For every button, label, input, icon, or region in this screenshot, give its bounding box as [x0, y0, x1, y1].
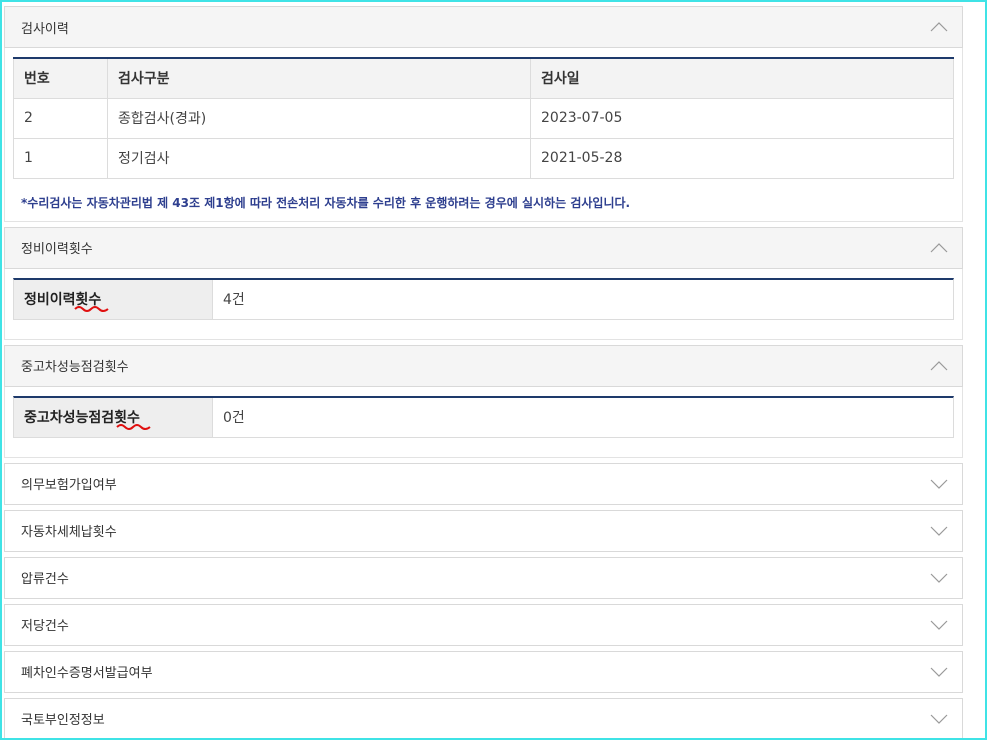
- cell-type: 종합검사(경과): [107, 97, 531, 139]
- maintenance-title: 정비이력횟수: [21, 242, 93, 257]
- cell-no: 2: [13, 97, 108, 139]
- section-mortgages[interactable]: 저당건수: [4, 603, 963, 646]
- section-mortgages-title: 저당건수: [21, 619, 69, 634]
- section-scrap-certificate-title: 폐차인수증명서발급여부: [21, 666, 153, 681]
- section-seizures[interactable]: 압류건수: [4, 556, 963, 599]
- red-underline-annotation: [116, 423, 151, 430]
- section-insurance-title: 의무보험가입여부: [21, 478, 117, 493]
- used-car-check-section: 중고차성능점검횟수 중고차성능점검횟수 0건: [4, 344, 963, 458]
- inspection-history-body: 번호 검사구분 검사일 2 종합검사(경과) 2023-07-05 1 정기검사…: [4, 48, 963, 222]
- inspection-note: *수리검사는 자동차관리법 제 43조 제1항에 따라 전손처리 자동차를 수리…: [21, 195, 631, 210]
- cell-type: 정기검사: [107, 137, 531, 179]
- used-car-check-title: 중고차성능점검횟수: [21, 360, 129, 375]
- used-car-check-body: 중고차성능점검횟수 0건: [4, 386, 963, 458]
- section-molit-certified-info[interactable]: 국토부인정정보: [4, 697, 963, 740]
- chevron-down-icon[interactable]: [930, 663, 948, 681]
- used-car-check-label-cell: 중고차성능점검횟수: [14, 397, 213, 437]
- table-row: 1 정기검사 2021-05-28: [13, 137, 954, 179]
- chevron-up-icon[interactable]: [930, 18, 948, 36]
- report-content: 검사이력 번호 검사구분 검사일 2 종합검사(경과) 2023-07-05 1…: [4, 6, 963, 745]
- used-car-check-value: 0건: [223, 410, 245, 426]
- section-car-tax-arrears-title: 자동차세체납횟수: [21, 525, 117, 540]
- table-header-row: 번호 검사구분 검사일: [13, 57, 954, 99]
- section-scrap-certificate[interactable]: 폐차인수증명서발급여부: [4, 650, 963, 693]
- chevron-down-icon[interactable]: [930, 475, 948, 493]
- maintenance-row: 정비이력횟수 4건: [13, 277, 954, 320]
- cell-no: 1: [13, 137, 108, 179]
- maintenance-header[interactable]: 정비이력횟수: [4, 226, 963, 269]
- chevron-down-icon[interactable]: [930, 569, 948, 587]
- section-insurance[interactable]: 의무보험가입여부: [4, 462, 963, 505]
- chevron-down-icon[interactable]: [930, 522, 948, 540]
- chevron-down-icon[interactable]: [930, 710, 948, 728]
- cell-date: 2023-07-05: [530, 97, 954, 139]
- inspection-history-title: 검사이력: [21, 21, 69, 37]
- column-header-date: 검사일: [530, 57, 954, 99]
- section-seizures-title: 압류건수: [21, 572, 69, 587]
- maintenance-body: 정비이력횟수 4건: [4, 268, 963, 340]
- inspection-history-section: 검사이력 번호 검사구분 검사일 2 종합검사(경과) 2023-07-05 1…: [4, 6, 963, 222]
- chevron-down-icon[interactable]: [930, 616, 948, 634]
- red-underline-annotation: [74, 305, 109, 312]
- inspection-history-table: 번호 검사구분 검사일 2 종합검사(경과) 2023-07-05 1 정기검사…: [13, 57, 954, 179]
- maintenance-value: 4건: [223, 292, 245, 308]
- chevron-up-icon[interactable]: [930, 357, 948, 375]
- cell-date: 2021-05-28: [530, 137, 954, 179]
- maintenance-section: 정비이력횟수 정비이력횟수 4건: [4, 226, 963, 340]
- section-car-tax-arrears[interactable]: 자동차세체납횟수: [4, 509, 963, 552]
- used-car-check-row: 중고차성능점검횟수 0건: [13, 395, 954, 438]
- maintenance-label-cell: 정비이력횟수: [14, 279, 213, 319]
- table-row: 2 종합검사(경과) 2023-07-05: [13, 97, 954, 139]
- column-header-type: 검사구분: [107, 57, 531, 99]
- chevron-up-icon[interactable]: [930, 239, 948, 257]
- section-molit-certified-info-title: 국토부인정정보: [21, 713, 105, 728]
- column-header-no: 번호: [13, 57, 108, 99]
- inspection-history-header[interactable]: 검사이력: [4, 6, 963, 48]
- used-car-check-header[interactable]: 중고차성능점검횟수: [4, 344, 963, 387]
